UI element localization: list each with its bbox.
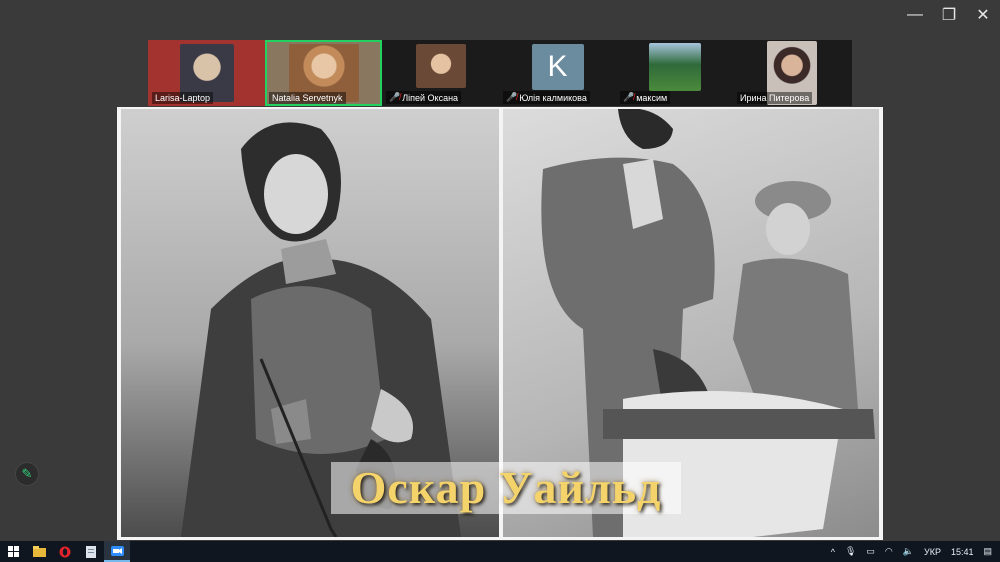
participant-tile[interactable]: Larisa-Laptop bbox=[148, 40, 265, 106]
clock[interactable]: 15:41 bbox=[946, 547, 979, 557]
participant-video bbox=[648, 43, 701, 91]
microphone-icon[interactable]: 🎙 bbox=[840, 546, 861, 557]
opera-icon[interactable] bbox=[52, 541, 78, 562]
battery-icon[interactable]: ▭ bbox=[861, 546, 880, 557]
participant-video bbox=[415, 44, 466, 88]
system-tray: ^ 🎙 ▭ ◠ 🔈 УКР 15:41 ▤ bbox=[826, 541, 1000, 562]
restore-button[interactable]: ❐ bbox=[932, 0, 966, 30]
participant-name: 🎤̸ Юлiя калмикова bbox=[503, 91, 590, 104]
shared-screen: Оскар Уайльд bbox=[117, 107, 883, 540]
windows-taskbar: ^ 🎙 ▭ ◠ 🔈 УКР 15:41 ▤ bbox=[0, 541, 1000, 562]
window-controls: — ❐ ✕ bbox=[898, 0, 1000, 30]
participant-tile[interactable]: 🎤̸ максим bbox=[616, 40, 733, 106]
participant-tile-active-speaker[interactable]: Natalia Servetnyk bbox=[265, 40, 382, 106]
wifi-icon[interactable]: ◠ bbox=[880, 546, 898, 557]
slide-title: Оскар Уайльд bbox=[350, 461, 662, 513]
participant-name: Larisa-Laptop bbox=[152, 92, 214, 104]
volume-icon[interactable]: 🔈 bbox=[898, 546, 919, 557]
tray-chevron-icon[interactable]: ^ bbox=[826, 547, 840, 557]
notifications-icon[interactable]: ▤ bbox=[978, 546, 1000, 557]
minimize-button[interactable]: — bbox=[898, 0, 932, 30]
keyboard-language[interactable]: УКР bbox=[919, 547, 946, 557]
participant-tile[interactable]: K 🎤̸ Юлiя калмикова bbox=[499, 40, 616, 106]
participant-name: Ирина Питерова bbox=[737, 92, 813, 104]
file-explorer-icon[interactable] bbox=[26, 541, 52, 562]
mic-muted-icon: 🎤̸ bbox=[623, 92, 635, 102]
annotate-pencil-icon[interactable]: ✎ bbox=[15, 462, 39, 486]
close-button[interactable]: ✕ bbox=[966, 0, 1000, 30]
zoom-icon[interactable] bbox=[104, 541, 130, 562]
participant-tile[interactable]: 🎤̸ Лiпей Оксана bbox=[382, 40, 499, 106]
participant-gallery: Larisa-Laptop Natalia Servetnyk 🎤̸ Лiпей … bbox=[148, 40, 852, 106]
mic-muted-icon: 🎤̸ bbox=[506, 92, 518, 102]
participant-name: Natalia Servetnyk bbox=[269, 92, 346, 104]
mic-muted-icon: 🎤̸ bbox=[389, 92, 401, 102]
windows-start-icon[interactable] bbox=[0, 541, 26, 562]
participant-tile[interactable]: Ирина Питерова bbox=[733, 40, 850, 106]
letter-avatar: K bbox=[531, 44, 584, 90]
notepad-icon[interactable] bbox=[78, 541, 104, 562]
participant-name: 🎤̸ Лiпей Оксана bbox=[386, 91, 462, 104]
participant-name: 🎤̸ максим bbox=[620, 91, 671, 104]
